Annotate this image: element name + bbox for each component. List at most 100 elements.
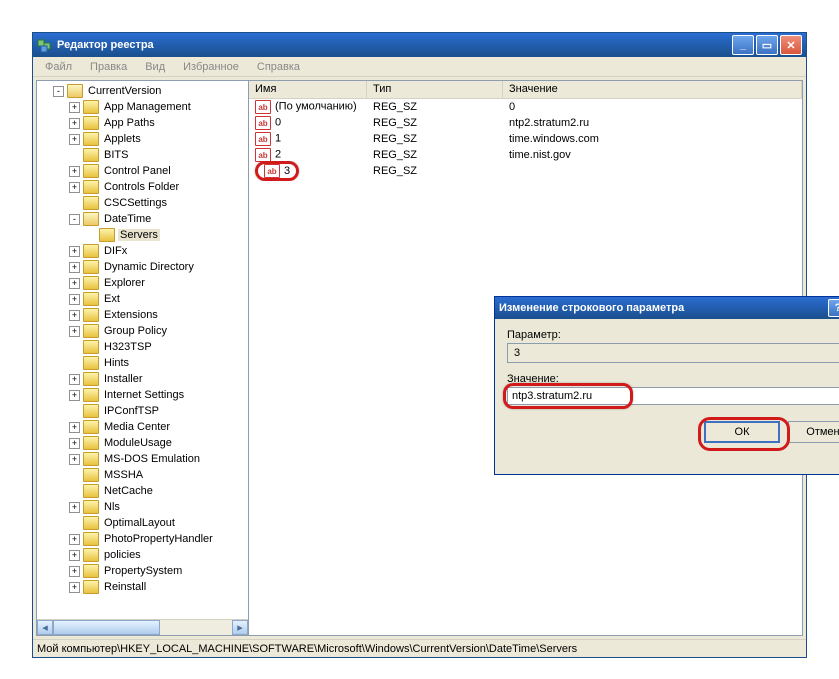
- statusbar: Мой компьютер\HKEY_LOCAL_MACHINE\SOFTWAR…: [33, 639, 806, 657]
- tree-item-cscsettings[interactable]: CSCSettings: [37, 195, 248, 211]
- tree-expander-icon[interactable]: -: [69, 214, 80, 225]
- tree-item-policies[interactable]: +policies: [37, 547, 248, 563]
- tree-expander-icon[interactable]: +: [69, 166, 80, 177]
- folder-icon: [83, 340, 99, 354]
- tree-expander-icon: [69, 342, 80, 353]
- tree-expander-icon[interactable]: +: [69, 182, 80, 193]
- tree-expander-icon[interactable]: +: [69, 550, 80, 561]
- tree-expander-icon[interactable]: +: [69, 422, 80, 433]
- folder-icon: [83, 196, 99, 210]
- tree-expander-icon: [69, 150, 80, 161]
- tree-item-mssha[interactable]: MSSHA: [37, 467, 248, 483]
- folder-icon: [83, 244, 99, 258]
- tree-item-media-center[interactable]: +Media Center: [37, 419, 248, 435]
- value-name: 2: [275, 149, 281, 161]
- tree-expander-icon[interactable]: +: [69, 454, 80, 465]
- tree-item-group-policy[interactable]: +Group Policy: [37, 323, 248, 339]
- tree-expander-icon[interactable]: +: [69, 102, 80, 113]
- tree-scrollbar-horizontal[interactable]: ◂ ▸: [37, 619, 248, 635]
- tree-item-installer[interactable]: +Installer: [37, 371, 248, 387]
- tree-expander-icon[interactable]: +: [69, 374, 80, 385]
- tree-item-label: NetCache: [102, 485, 155, 497]
- tree-item-controls-folder[interactable]: +Controls Folder: [37, 179, 248, 195]
- menu-favorites[interactable]: Избранное: [175, 59, 247, 75]
- row-highlight-annotation: ab3: [255, 161, 299, 181]
- tree-expander-icon[interactable]: +: [69, 502, 80, 513]
- value-row[interactable]: ab0REG_SZntp2.stratum2.ru: [249, 115, 802, 131]
- tree-item-internet-settings[interactable]: +Internet Settings: [37, 387, 248, 403]
- tree-item-hints[interactable]: Hints: [37, 355, 248, 371]
- tree-item-difx[interactable]: +DIFx: [37, 243, 248, 259]
- menu-edit[interactable]: Правка: [82, 59, 135, 75]
- tree-item-extensions[interactable]: +Extensions: [37, 307, 248, 323]
- tree-item-bits[interactable]: BITS: [37, 147, 248, 163]
- tree-item-photopropertyhandler[interactable]: +PhotoPropertyHandler: [37, 531, 248, 547]
- col-header-name[interactable]: Имя: [249, 81, 367, 98]
- window-title: Редактор реестра: [57, 39, 732, 51]
- value-row[interactable]: ab1REG_SZtime.windows.com: [249, 131, 802, 147]
- menu-file[interactable]: Файл: [37, 59, 80, 75]
- dialog-titlebar[interactable]: Изменение строкового параметра ? ✕: [495, 297, 839, 319]
- tree-item-label: MSSHA: [102, 469, 145, 481]
- scroll-track[interactable]: [53, 620, 232, 635]
- tree-expander-icon[interactable]: +: [69, 566, 80, 577]
- tree-expander-icon[interactable]: +: [69, 534, 80, 545]
- registry-tree[interactable]: -CurrentVersion+App Management+App Paths…: [37, 81, 248, 619]
- tree-item-ms-dos-emulation[interactable]: +MS-DOS Emulation: [37, 451, 248, 467]
- tree-item-propertysystem[interactable]: +PropertySystem: [37, 563, 248, 579]
- tree-expander-icon[interactable]: +: [69, 246, 80, 257]
- tree-item-label: App Paths: [102, 117, 157, 129]
- menu-help[interactable]: Справка: [249, 59, 308, 75]
- tree-expander-icon[interactable]: -: [53, 86, 64, 97]
- tree-expander-icon[interactable]: +: [69, 294, 80, 305]
- tree-expander-icon[interactable]: +: [69, 310, 80, 321]
- tree-item-explorer[interactable]: +Explorer: [37, 275, 248, 291]
- close-button[interactable]: ✕: [780, 35, 802, 55]
- tree-expander-icon[interactable]: +: [69, 390, 80, 401]
- tree-item-label: Ext: [102, 293, 122, 305]
- string-value-icon: ab: [255, 148, 271, 162]
- tree-expander-icon[interactable]: +: [69, 278, 80, 289]
- scroll-thumb[interactable]: [53, 620, 160, 635]
- tree-item-currentversion[interactable]: - CurrentVersion: [37, 83, 248, 99]
- tree-item-control-panel[interactable]: +Control Panel: [37, 163, 248, 179]
- tree-expander-icon[interactable]: +: [69, 582, 80, 593]
- tree-item-applets[interactable]: +Applets: [37, 131, 248, 147]
- tree-expander-icon[interactable]: +: [69, 134, 80, 145]
- titlebar[interactable]: Редактор реестра _ ▭ ✕: [33, 33, 806, 57]
- cancel-button[interactable]: Отмена: [788, 421, 839, 443]
- tree-item-servers[interactable]: Servers: [37, 227, 248, 243]
- tree-item-app-management[interactable]: +App Management: [37, 99, 248, 115]
- folder-icon: [83, 260, 99, 274]
- minimize-button[interactable]: _: [732, 35, 754, 55]
- tree-item-h323tsp[interactable]: H323TSP: [37, 339, 248, 355]
- tree-item-app-paths[interactable]: + App Paths: [37, 115, 248, 131]
- tree-item-netcache[interactable]: NetCache: [37, 483, 248, 499]
- tree-expander-icon[interactable]: +: [69, 438, 80, 449]
- tree-item-ext[interactable]: + Ext: [37, 291, 248, 307]
- tree-item-label: CurrentVersion: [86, 85, 163, 97]
- value-input[interactable]: [507, 387, 839, 405]
- tree-item-dynamic-directory[interactable]: +Dynamic Directory: [37, 259, 248, 275]
- tree-item-moduleusage[interactable]: +ModuleUsage: [37, 435, 248, 451]
- col-header-value[interactable]: Значение: [503, 81, 802, 98]
- tree-item-optimallayout[interactable]: OptimalLayout: [37, 515, 248, 531]
- col-header-type[interactable]: Тип: [367, 81, 503, 98]
- tree-expander-icon[interactable]: +: [69, 262, 80, 273]
- ok-button[interactable]: ОК: [704, 421, 780, 443]
- maximize-button[interactable]: ▭: [756, 35, 778, 55]
- scroll-left-button[interactable]: ◂: [37, 620, 53, 635]
- value-label: Значение:: [507, 373, 839, 385]
- menu-view[interactable]: Вид: [137, 59, 173, 75]
- tree-expander-icon[interactable]: +: [69, 118, 80, 129]
- tree-item-reinstall[interactable]: +Reinstall: [37, 579, 248, 595]
- dialog-help-button[interactable]: ?: [828, 299, 839, 317]
- tree-expander-icon[interactable]: +: [69, 326, 80, 337]
- value-row[interactable]: ab(По умолчанию)REG_SZ0: [249, 99, 802, 115]
- tree-item-datetime[interactable]: -DateTime: [37, 211, 248, 227]
- tree-item-ipconftsp[interactable]: IPConfTSP: [37, 403, 248, 419]
- value-row[interactable]: ab3REG_SZ: [249, 163, 802, 179]
- tree-item-nls[interactable]: +Nls: [37, 499, 248, 515]
- scroll-right-button[interactable]: ▸: [232, 620, 248, 635]
- tree-expander-icon: [69, 470, 80, 481]
